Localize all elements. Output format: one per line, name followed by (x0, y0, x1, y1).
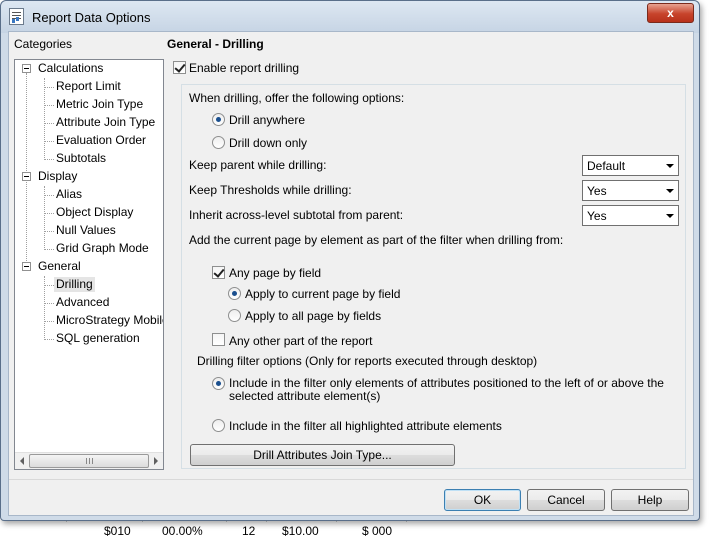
apply-current-page-label[interactable]: Apply to current page by field (245, 287, 400, 301)
drill-anywhere-radio[interactable] (212, 113, 225, 126)
close-button[interactable]: x (647, 3, 694, 23)
tree-item-alias[interactable]: Alias (56, 187, 82, 202)
tree-line (45, 339, 54, 340)
background-cell: 12 (242, 524, 256, 538)
categories-tree[interactable]: Calculations Report Limit Metric Join Ty… (14, 59, 164, 470)
any-other-part-checkbox[interactable] (212, 333, 225, 346)
scroll-right-icon[interactable] (154, 457, 158, 465)
keep-thresholds-label: Keep Thresholds while drilling: (189, 183, 352, 197)
tree-line (45, 87, 54, 88)
help-button[interactable]: Help (611, 489, 689, 511)
chevron-down-icon (666, 189, 674, 193)
drill-down-only-radio[interactable] (212, 136, 225, 149)
drill-down-only-label[interactable]: Drill down only (229, 136, 307, 150)
apply-current-page-radio[interactable] (228, 287, 241, 300)
collapse-display-icon[interactable] (22, 172, 31, 181)
tree-item-drilling[interactable]: Drilling (54, 277, 95, 292)
scroll-grip-icon (86, 458, 93, 464)
report-data-options-dialog: Report Data Options x Categories Calcula… (0, 0, 700, 521)
keep-parent-select[interactable]: Default (582, 155, 679, 176)
scrollbar-thumb[interactable] (29, 454, 149, 468)
keep-thresholds-select[interactable]: Yes (582, 180, 679, 201)
tree-item-subtotals[interactable]: Subtotals (56, 151, 106, 166)
enable-drilling-checkbox[interactable] (173, 61, 186, 74)
tree-group-calculations[interactable]: Calculations (38, 61, 103, 76)
offer-options-label: When drilling, offer the following optio… (189, 91, 405, 105)
tree-line (45, 123, 54, 124)
tree-item-metric-join-type[interactable]: Metric Join Type (56, 97, 143, 112)
tree-horizontal-scrollbar[interactable] (15, 452, 163, 469)
any-page-by-field-label[interactable]: Any page by field (229, 266, 321, 280)
filter-options-label: Drilling filter options (Only for report… (197, 354, 538, 368)
tree-line (44, 78, 45, 160)
collapse-calculations-icon[interactable] (22, 64, 31, 73)
tree-group-display[interactable]: Display (38, 169, 77, 184)
keep-parent-label: Keep parent while drilling: (189, 158, 327, 172)
background-cell: $10.00 (282, 524, 319, 538)
close-icon: x (667, 6, 674, 20)
apply-all-pages-radio[interactable] (228, 309, 241, 322)
title-bar[interactable]: Report Data Options x (1, 1, 699, 33)
categories-label: Categories (14, 37, 73, 51)
any-page-by-field-checkbox[interactable] (212, 266, 225, 279)
tree-item-microstrategy-mobile[interactable]: MicroStrategy Mobile (56, 313, 163, 328)
tree-line (26, 73, 27, 269)
window-title: Report Data Options (32, 10, 151, 25)
tree-item-evaluation-order[interactable]: Evaluation Order (56, 133, 146, 148)
include-highlighted-radio[interactable] (212, 419, 225, 432)
ok-button[interactable]: OK (444, 489, 521, 511)
tree-line (45, 159, 54, 160)
tree-line (45, 231, 54, 232)
background-cell: 00.00% (162, 524, 203, 538)
include-left-above-radio[interactable] (212, 377, 225, 390)
include-left-above-label[interactable]: Include in the filter only elements of a… (229, 377, 679, 403)
collapse-general-icon[interactable] (22, 262, 31, 271)
background-cell: $010 (104, 524, 131, 538)
drilling-options-panel: When drilling, offer the following optio… (181, 84, 686, 469)
tree-line (45, 321, 54, 322)
section-title: General - Drilling (167, 37, 264, 51)
scroll-left-icon[interactable] (20, 457, 24, 465)
tree-item-object-display[interactable]: Object Display (56, 205, 133, 220)
tree-item-null-values[interactable]: Null Values (56, 223, 116, 238)
enable-drilling-label[interactable]: Enable report drilling (189, 61, 299, 75)
chevron-down-icon (666, 164, 674, 168)
inherit-subtotal-select[interactable]: Yes (582, 205, 679, 226)
tree-item-advanced[interactable]: Advanced (56, 295, 109, 310)
tree-line (45, 195, 54, 196)
tree-item-report-limit[interactable]: Report Limit (56, 79, 121, 94)
inherit-subtotal-value: Yes (587, 209, 607, 223)
keep-thresholds-value: Yes (587, 184, 607, 198)
tree-line (45, 285, 54, 286)
tree-group-general[interactable]: General (38, 259, 81, 274)
add-page-label: Add the current page by element as part … (189, 233, 564, 247)
footer-divider (9, 479, 693, 480)
drill-anywhere-label[interactable]: Drill anywhere (229, 113, 305, 127)
tree-line (45, 141, 54, 142)
dialog-body: Categories Calculations Report Limit Met… (8, 31, 694, 516)
chevron-down-icon (666, 214, 674, 218)
tree-item-sql-generation[interactable]: SQL generation (56, 331, 140, 346)
tree-line (45, 303, 54, 304)
apply-all-pages-label[interactable]: Apply to all page by fields (245, 309, 381, 323)
tree-line (45, 213, 54, 214)
tree-line (45, 249, 54, 250)
cancel-button[interactable]: Cancel (527, 489, 605, 511)
include-highlighted-label[interactable]: Include in the filter all highlighted at… (229, 419, 502, 433)
tree-item-grid-graph-mode[interactable]: Grid Graph Mode (56, 241, 149, 256)
inherit-subtotal-label: Inherit across-level subtotal from paren… (189, 208, 404, 222)
tree-line (45, 105, 54, 106)
report-icon (9, 8, 24, 25)
tree-item-attribute-join-type[interactable]: Attribute Join Type (56, 115, 155, 130)
background-cell: $ 000 (362, 524, 393, 538)
drill-attributes-join-type-button[interactable]: Drill Attributes Join Type... (190, 444, 455, 466)
keep-parent-value: Default (587, 159, 626, 173)
any-other-part-label[interactable]: Any other part of the report (229, 334, 372, 348)
